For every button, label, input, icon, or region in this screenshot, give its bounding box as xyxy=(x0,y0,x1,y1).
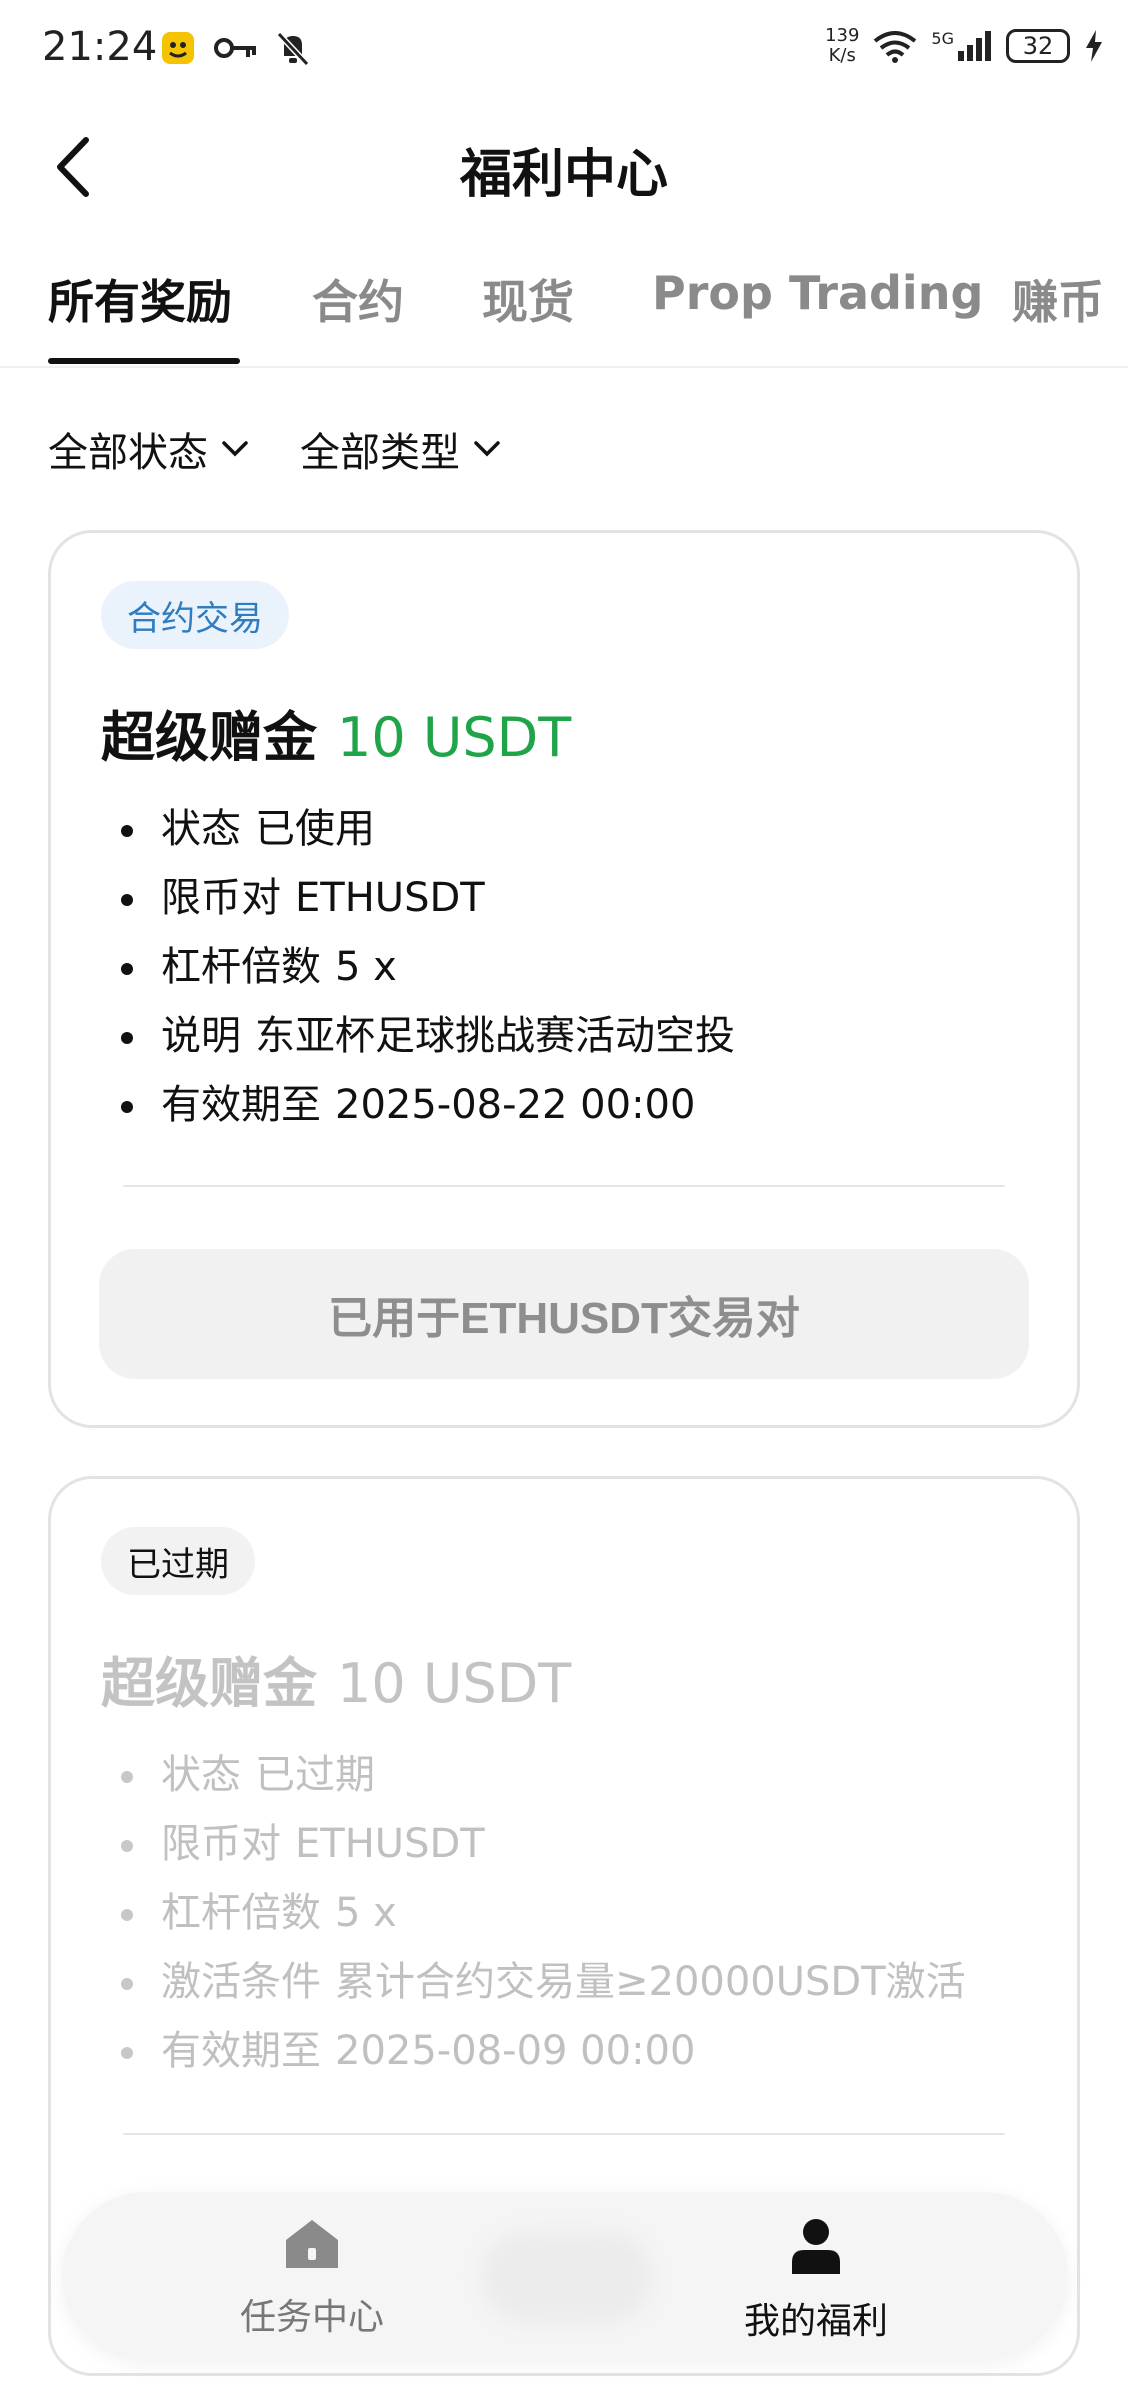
nav-my-benefits[interactable]: 我的福利 xyxy=(696,2216,936,2344)
reward-amount: 10 USDT xyxy=(337,1652,572,1715)
active-tab-indicator xyxy=(48,358,240,364)
wifi-icon xyxy=(874,31,917,63)
signal-icon: 5G xyxy=(931,29,992,63)
user-icon xyxy=(792,2219,840,2274)
detail-item: 杠杆倍数 5 x xyxy=(121,933,735,1002)
charging-icon xyxy=(1086,30,1102,62)
reward-details: 状态 已过期 限币对 ETHUSDT 杠杆倍数 5 x 激活条件 累计合约交易量≥200… xyxy=(121,1741,966,2086)
detail-item: 有效期至 2025-08-22 00:00 xyxy=(121,1071,735,1140)
nav-label: 我的福利 xyxy=(743,2301,888,2342)
nav-task-center[interactable]: 任务中心 xyxy=(192,2216,432,2340)
status-bar: 21:24 139 K/s 5G 32 xyxy=(0,0,1128,100)
detail-item: 说明 东亚杯足球挑战赛活动空投 xyxy=(121,1002,735,1071)
bell-off-icon xyxy=(276,31,310,66)
tab-all-rewards[interactable]: 所有奖励 xyxy=(48,266,232,332)
battery-level: 32 xyxy=(1006,29,1070,63)
reward-card: 合约交易 超级赠金 10 USDT 状态 已使用 限币对 ETHUSDT 杠杆倍数 5 … xyxy=(48,530,1080,1428)
type-filter-label: 全部类型 xyxy=(300,430,460,476)
nav-label: 任务中心 xyxy=(239,2297,384,2338)
status-left-icons xyxy=(160,30,310,66)
expired-badge: 已过期 xyxy=(101,1527,255,1595)
used-pair-button[interactable]: 已用于ETHUSDT交易对 xyxy=(99,1249,1029,1379)
card-divider xyxy=(123,2133,1005,2135)
tab-prop-trading[interactable]: Prop Trading xyxy=(652,266,983,320)
detail-item: 状态 已使用 xyxy=(121,795,735,864)
bottom-nav: 任务中心 我的福利 xyxy=(62,2192,1068,2360)
tab-contract[interactable]: 合约 xyxy=(312,266,404,332)
type-filter-dropdown[interactable]: 全部类型 xyxy=(300,420,502,478)
status-filter-label: 全部状态 xyxy=(48,430,208,476)
network-speed: 139 K/s xyxy=(825,25,860,66)
home-icon xyxy=(286,2220,338,2268)
status-right-icons: 139 K/s 5G 32 xyxy=(825,26,1104,66)
detail-item: 限币对 ETHUSDT xyxy=(121,864,735,933)
reward-amount: 10 USDT xyxy=(337,706,572,769)
detail-item: 杠杆倍数 5 x xyxy=(121,1879,966,1948)
key-icon xyxy=(214,38,256,58)
chevron-down-icon xyxy=(474,441,500,457)
page-title: 福利中心 xyxy=(459,145,668,205)
chevron-down-icon xyxy=(222,441,248,457)
reward-title: 超级赠金 10 USDT xyxy=(101,706,572,769)
page-header: 福利中心 xyxy=(0,110,1128,220)
filter-bar: 全部状态 全部类型 xyxy=(48,420,502,478)
detail-item: 限币对 ETHUSDT xyxy=(121,1810,966,1879)
tab-spot[interactable]: 现货 xyxy=(482,266,574,332)
detail-item: 激活条件 累计合约交易量≥20000USDT激活 xyxy=(121,1948,966,2017)
category-badge: 合约交易 xyxy=(101,581,289,649)
card-divider xyxy=(123,1185,1005,1187)
app-emoji-icon xyxy=(162,32,194,64)
detail-item: 状态 已过期 xyxy=(121,1741,966,1810)
tab-earn[interactable]: 赚币 xyxy=(1012,266,1104,332)
reward-title: 超级赠金 10 USDT xyxy=(101,1652,572,1715)
detail-item: 有效期至 2025-08-09 00:00 xyxy=(121,2017,966,2086)
reward-details: 状态 已使用 限币对 ETHUSDT 杠杆倍数 5 x 说明 东亚杯足球挑战赛活动空投 … xyxy=(121,795,735,1140)
nav-center-highlight xyxy=(482,2232,652,2322)
status-filter-dropdown[interactable]: 全部状态 xyxy=(48,420,250,478)
status-time: 21:24 xyxy=(42,24,158,70)
reward-tabs: 所有奖励 合约 现货 Prop Trading 赚币 xyxy=(0,240,1128,368)
